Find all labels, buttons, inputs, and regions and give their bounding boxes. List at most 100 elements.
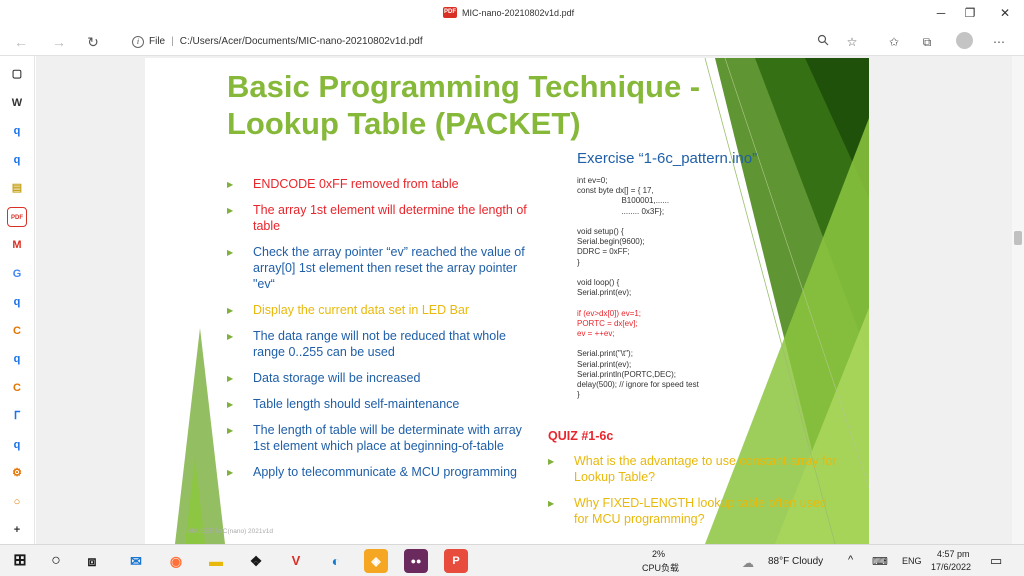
refresh-button[interactable]: ↻ <box>82 31 104 53</box>
bullet-item: Display the current data set in LED Bar <box>227 302 527 319</box>
bullet-item: The length of table will be determinate … <box>227 422 527 454</box>
bullet-item: Check the array pointer “ev” reached the… <box>227 244 527 292</box>
keyboard-icon[interactable]: ⌨ <box>872 555 888 568</box>
code-line: void setup() { <box>577 227 624 236</box>
info-icon[interactable]: i <box>132 35 144 48</box>
code-line: const byte dx[] = { 17, <box>577 186 654 196</box>
sidebar-google-icon[interactable]: G <box>7 264 27 284</box>
bullet-item: ENDCODE 0xFF removed from table <box>227 176 527 193</box>
url-text: C:/Users/Acer/Documents/MIC-nano-2021080… <box>179 36 423 47</box>
cloud-icon: ☁ <box>742 556 754 570</box>
browser-sidebar: ▢ Wq q ▤ PDF M Gq Cq C ᒥ q ⚙ ○ + <box>0 56 35 544</box>
clock-time[interactable]: 4:57 pm <box>937 549 970 559</box>
bullet-item: Table length should self-maintenance <box>227 396 527 413</box>
quiz-list: What is the advantage to use constant ar… <box>548 453 838 537</box>
sidebar-c-app-icon[interactable]: C <box>7 321 27 341</box>
notification-icon[interactable]: ▭ <box>990 553 1002 569</box>
sidebar-loading-icon[interactable]: ᒥ <box>7 406 27 426</box>
sidebar-search-icon[interactable]: q <box>7 292 27 312</box>
window-title: PDF MIC-nano-20210802v1d.pdf <box>443 7 574 18</box>
code-line: if (ev>dx[0]) ev=1; <box>577 308 642 318</box>
code-line: } <box>577 390 580 400</box>
favorites-icon[interactable]: ✩ <box>885 33 903 51</box>
sidebar-word-icon[interactable]: W <box>7 93 27 113</box>
sidebar-pdf-icon[interactable]: PDF <box>7 206 27 227</box>
scrollbar[interactable] <box>1012 56 1024 544</box>
code-line: Serial.print("\t"); <box>577 349 633 359</box>
code-line: Serial.print(ev); <box>577 359 632 369</box>
sidebar-search-icon[interactable]: q <box>7 349 27 369</box>
add-favorite-icon[interactable]: ☆ <box>843 33 861 51</box>
dropbox-icon[interactable]: ❖ <box>244 549 268 573</box>
firefox-icon[interactable]: ◉ <box>164 549 188 573</box>
maximize-button[interactable]: ❐ <box>955 4 985 22</box>
task-view-icon[interactable]: ⧈ <box>80 549 104 573</box>
pdf-taskbar-icon[interactable]: P <box>444 549 468 573</box>
sidebar-c-app-icon[interactable]: C <box>7 378 27 398</box>
code-line: Serial.print(ev); <box>577 288 632 298</box>
sidebar-gmail-icon[interactable]: M <box>7 235 27 255</box>
language-indicator[interactable]: ENG <box>902 556 922 566</box>
exercise-title: Exercise “1-6c_pattern.ino” <box>577 150 758 167</box>
sidebar-add-icon[interactable]: + <box>7 520 27 540</box>
weather-text[interactable]: 88°F Cloudy <box>768 556 823 567</box>
bullet-item: The data range will not be reduced that … <box>227 328 527 360</box>
start-windows-icon[interactable]: ⊞ <box>8 549 32 573</box>
profile-avatar[interactable] <box>956 32 973 49</box>
sidebar-search-icon[interactable]: q <box>7 435 27 455</box>
sidebar-circle-icon[interactable]: ○ <box>7 492 27 512</box>
window-titlebar: PDF MIC-nano-20210802v1d.pdf ─ ❐ ✕ <box>0 0 1024 27</box>
cpu-label: CPU负载 <box>642 563 680 573</box>
quiz-item: What is the advantage to use constant ar… <box>548 453 838 485</box>
clock-date[interactable]: 17/6/2022 <box>931 562 971 572</box>
code-line: Serial.begin(9600); <box>577 237 645 247</box>
code-line: delay(500); // ignore for speed test <box>577 380 699 389</box>
taskbar: ⊞ ○ ⧈ ✉ ◉ ▬ ❖ V ◐ ◈ ●● P 2% CPU负载 ☁ 88°F… <box>0 544 1024 576</box>
zoom-icon[interactable] <box>814 33 832 51</box>
code-line: PORTC = dx[ev]; <box>577 318 638 328</box>
window-title-text: MIC-nano-20210802v1d.pdf <box>462 7 575 18</box>
sidebar-app-icon[interactable]: ▤ <box>7 178 27 198</box>
forward-button[interactable]: → <box>48 31 70 53</box>
scheme-label: File <box>149 36 166 47</box>
bullet-item: Apply to telecommunicate & MCU programmi… <box>227 464 527 481</box>
code-line: ........ 0x3F}; <box>577 206 665 216</box>
sidebar-search-icon[interactable]: q <box>7 150 27 170</box>
quiz-title: QUIZ #1-6c <box>548 429 614 443</box>
mail-icon[interactable]: ✉ <box>124 549 148 573</box>
code-line: int ev=0; <box>577 176 608 185</box>
url-separator: | <box>171 36 174 47</box>
quiz-item: Why FIXED-LENGTH lookup table often used… <box>548 495 838 527</box>
media-app-icon[interactable]: ●● <box>404 549 428 573</box>
code-line: void loop() { <box>577 278 620 287</box>
slide-title: Basic Programming Technique - Lookup Tab… <box>227 69 701 141</box>
code-line: ev = ++ev; <box>577 329 615 338</box>
cpu-percent: 2% <box>652 549 666 559</box>
edge-icon[interactable]: ◐ <box>324 549 348 573</box>
slide-footer: HKUEEE MIC(nano) 2021v1d <box>187 528 273 535</box>
back-button[interactable]: ← <box>10 31 32 53</box>
code-block: int ev=0; const byte dx[] = { 17, B100001… <box>577 176 767 400</box>
url-field[interactable]: i File | C:/Users/Acer/Documents/MIC-nan… <box>115 30 870 53</box>
pdf-slide: Basic Programming Technique - Lookup Tab… <box>145 58 869 544</box>
chevron-up-icon[interactable]: ^ <box>848 554 853 566</box>
sidebar-settings-icon[interactable]: ⚙ <box>7 463 27 483</box>
app-v-icon[interactable]: V <box>284 549 308 573</box>
close-button[interactable]: ✕ <box>990 4 1020 22</box>
sidebar-search-icon[interactable]: q <box>7 121 27 141</box>
more-menu-icon[interactable]: ⋯ <box>990 33 1008 51</box>
bullet-item: The array 1st element will determine the… <box>227 202 527 234</box>
address-bar: ← → ↻ i File | C:/Users/Acer/Documents/M… <box>0 27 1024 56</box>
sidebar-tab-icon[interactable]: ▢ <box>7 64 27 84</box>
shield-app-icon[interactable]: ◈ <box>364 549 388 573</box>
file-explorer-icon[interactable]: ▬ <box>204 549 228 573</box>
minimize-button[interactable]: ─ <box>926 4 956 22</box>
collections-icon[interactable]: ⧉ <box>918 33 936 51</box>
code-line: } <box>577 257 580 267</box>
search-circle-icon[interactable]: ○ <box>44 549 68 573</box>
scrollbar-thumb[interactable] <box>1014 231 1022 245</box>
